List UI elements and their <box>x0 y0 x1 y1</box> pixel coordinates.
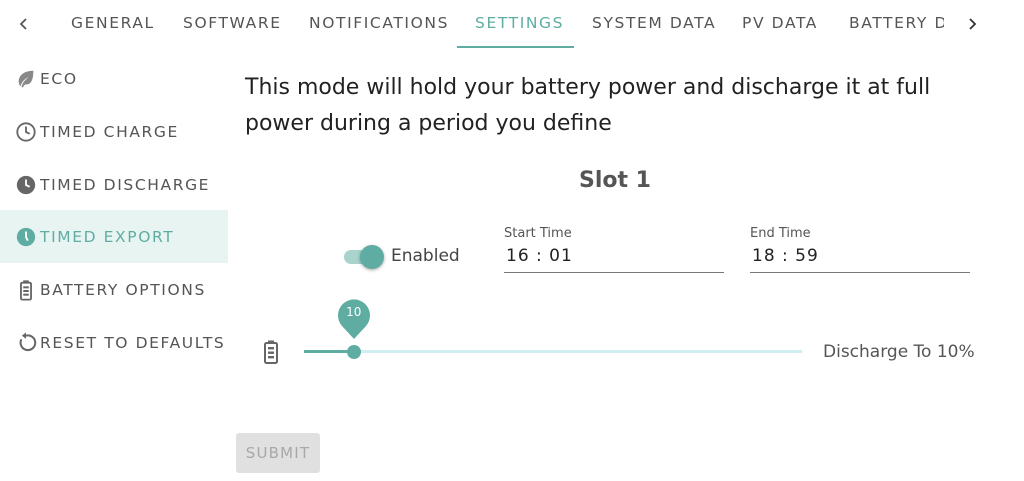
clock-filled-icon <box>14 225 38 249</box>
sidebar-item-reset-to-defaults[interactable]: RESET TO DEFAULTS <box>0 316 228 369</box>
submit-button[interactable]: SUBMIT <box>236 433 320 473</box>
slot-title: Slot 1 <box>579 168 651 193</box>
tab-notifications[interactable]: NOTIFICATIONS <box>309 14 449 32</box>
start-time-label: Start Time <box>504 226 572 241</box>
sidebar-item-timed-charge[interactable]: TIMED CHARGE <box>0 105 228 158</box>
sidebar-item-label: BATTERY OPTIONS <box>40 280 206 299</box>
chevron-right-icon[interactable] <box>960 10 984 38</box>
end-time-value[interactable]: 18 : 59 <box>752 246 819 266</box>
slider-value-bubble: 10 <box>336 296 372 340</box>
tab-system-data[interactable]: SYSTEM DATA <box>592 14 716 32</box>
sidebar-item-label: TIMED EXPORT <box>40 227 175 246</box>
battery-icon <box>14 278 38 302</box>
sidebar-item-label: ECO <box>40 69 78 88</box>
start-time-field[interactable]: Start Time 16 : 01 <box>504 226 724 276</box>
discharge-caption: Discharge To 10% <box>823 342 975 362</box>
slider-value-text: 10 <box>346 305 362 319</box>
tabs-scroller: GENERAL SOFTWARE NOTIFICATIONS SETTINGS … <box>52 0 944 50</box>
tab-battery-data[interactable]: BATTERY DATA <box>849 14 944 32</box>
active-tab-indicator <box>457 46 574 48</box>
end-time-field[interactable]: End Time 18 : 59 <box>750 226 970 276</box>
sidebar-item-label: TIMED CHARGE <box>40 122 179 141</box>
tab-software[interactable]: SOFTWARE <box>183 14 282 32</box>
discharge-slider-thumb[interactable] <box>346 345 361 359</box>
clock-outline-icon <box>14 120 38 144</box>
start-time-underline <box>504 272 724 273</box>
end-time-label: End Time <box>750 226 811 241</box>
toggle-thumb <box>360 245 384 269</box>
enabled-toggle[interactable] <box>342 244 386 269</box>
sidebar-item-timed-export[interactable]: TIMED EXPORT <box>0 210 228 263</box>
tab-bar: GENERAL SOFTWARE NOTIFICATIONS SETTINGS … <box>0 0 1024 50</box>
tab-general[interactable]: GENERAL <box>71 14 155 32</box>
battery-icon <box>262 340 280 364</box>
enabled-label: Enabled <box>391 246 460 266</box>
sidebar-item-battery-options[interactable]: BATTERY OPTIONS <box>0 263 228 316</box>
sidebar-item-eco[interactable]: ECO <box>0 52 228 105</box>
tab-settings[interactable]: SETTINGS <box>475 14 564 32</box>
sidebar-item-label: RESET TO DEFAULTS <box>40 333 226 352</box>
sidebar-item-timed-discharge[interactable]: TIMED DISCHARGE <box>0 158 228 211</box>
start-time-value[interactable]: 16 : 01 <box>506 246 573 266</box>
sidebar-item-label: TIMED DISCHARGE <box>40 175 211 194</box>
tab-pv-data[interactable]: PV DATA <box>742 14 818 32</box>
mode-description: This mode will hold your battery power a… <box>245 75 931 136</box>
chevron-left-icon[interactable] <box>12 10 36 38</box>
clock-filled-icon <box>14 173 38 197</box>
discharge-slider-track[interactable] <box>304 350 802 353</box>
leaf-icon <box>14 67 38 91</box>
end-time-underline <box>750 272 970 273</box>
reset-icon <box>14 331 38 355</box>
